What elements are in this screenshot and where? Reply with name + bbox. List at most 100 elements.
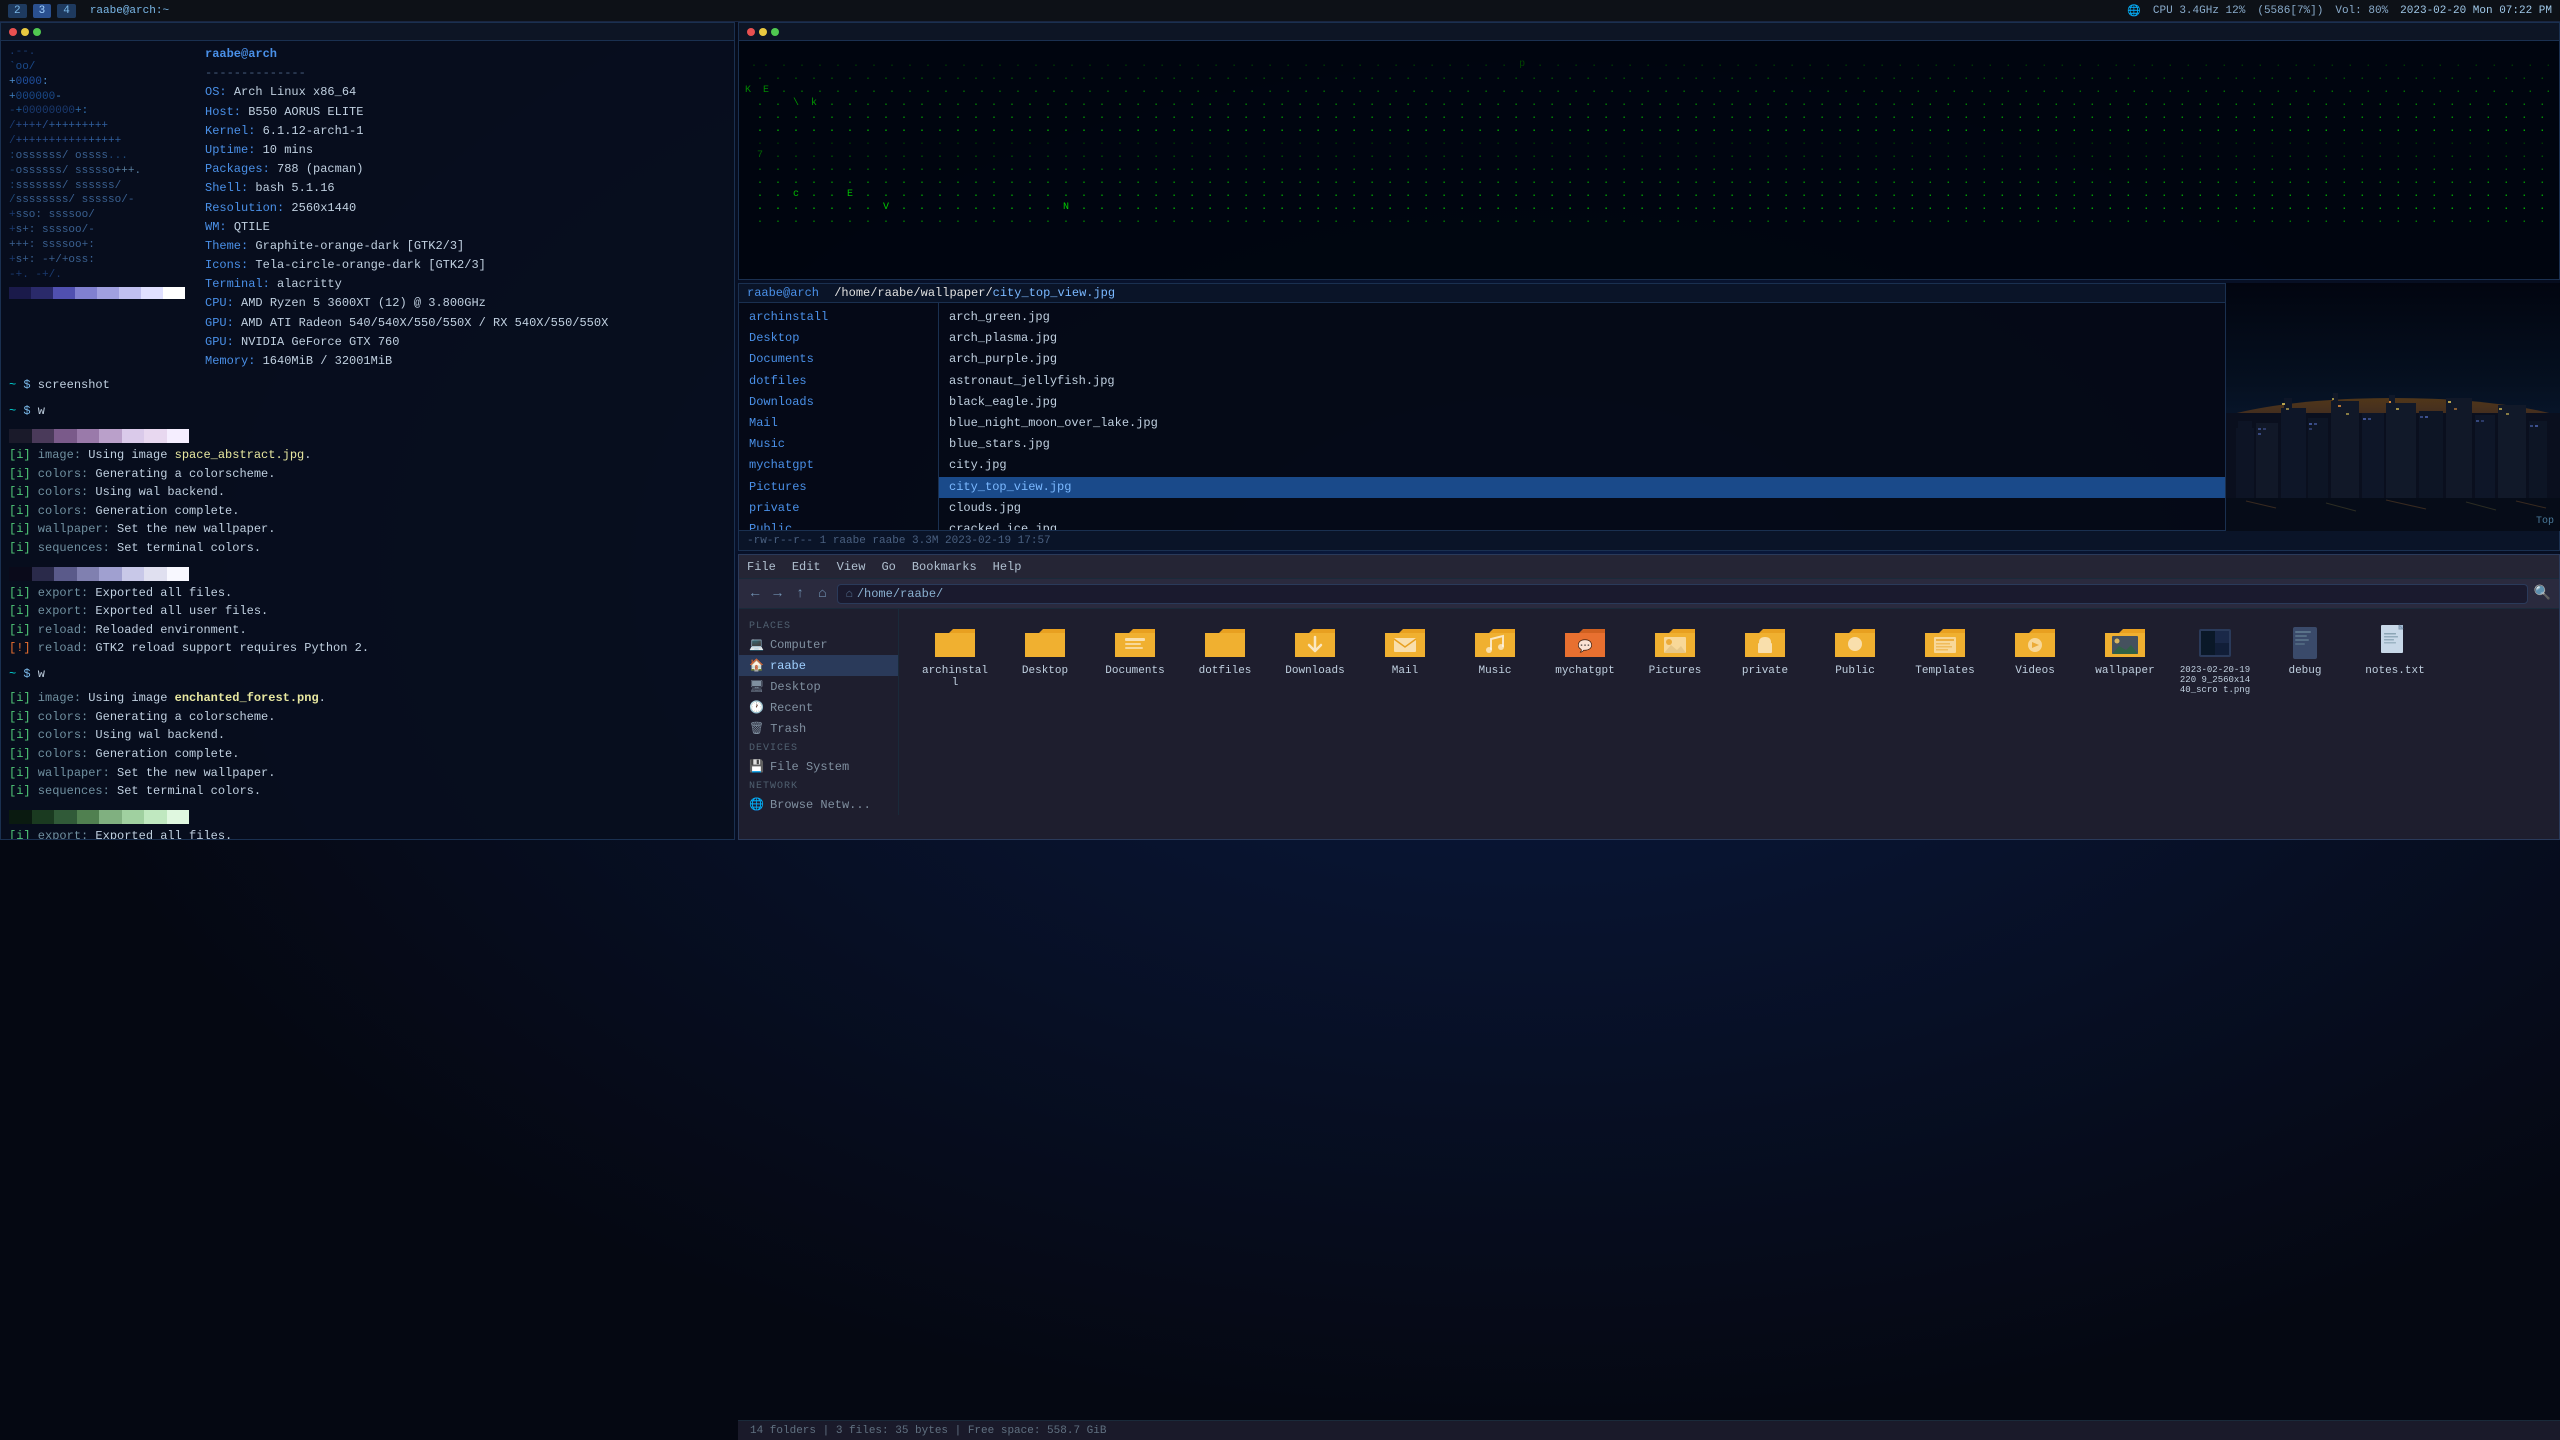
fm-item-debug[interactable]: debug bbox=[2265, 619, 2345, 699]
home-icon: 🏠 bbox=[749, 658, 764, 673]
sidebar-item-desktop[interactable]: 🖥 Desktop bbox=[739, 676, 898, 697]
filelist-dirs: archinstall Desktop Documents dotfiles D… bbox=[739, 303, 939, 547]
fm-back-button[interactable]: ← bbox=[747, 584, 763, 604]
terminal-content: .--. `oo/ +0000: +000000- -+00000000+: /… bbox=[1, 41, 734, 840]
fm-item-notes[interactable]: notes.txt bbox=[2355, 619, 2435, 699]
cpu-status: CPU 3.4GHz 12% bbox=[2153, 5, 2245, 17]
sidebar-item-computer[interactable]: 💻 Computer bbox=[739, 634, 898, 655]
fm-sidebar-devices-label: Devices bbox=[739, 739, 898, 756]
fm-item-music[interactable]: Music bbox=[1455, 619, 1535, 699]
sidebar-item-network[interactable]: 🌐 Browse Netw... bbox=[739, 794, 898, 815]
dir-music[interactable]: Music bbox=[739, 434, 938, 455]
matrix-content: . . . . . . . . . . . . . . . . . . . . … bbox=[739, 41, 2559, 280]
sidebar-item-trash[interactable]: 🗑 Trash bbox=[739, 718, 898, 739]
cpu-detail: (5586[7%]) bbox=[2257, 5, 2323, 17]
fm-path-bar[interactable]: ⌂ /home/raabe/ bbox=[837, 584, 2528, 604]
fm-forward-button[interactable]: → bbox=[769, 584, 785, 604]
dir-mychatgpt[interactable]: mychatgpt bbox=[739, 455, 938, 476]
dir-private[interactable]: private bbox=[739, 498, 938, 519]
terminal-prompt-3: ~ $ w bbox=[9, 666, 726, 683]
fm-folder-grid: archinstall Desktop bbox=[915, 619, 2543, 699]
fm-body: Places 💻 Computer 🏠 raabe 🖥 Desktop 🕐 Re… bbox=[739, 609, 2559, 815]
sidebar-recent-label: Recent bbox=[770, 701, 813, 715]
matrix-titlebar bbox=[739, 23, 2559, 41]
network-status: 🌐 bbox=[2127, 4, 2141, 18]
fm-item-archinstall[interactable]: archinstall bbox=[915, 619, 995, 699]
window-title: raabe@arch:~ bbox=[90, 5, 169, 17]
dir-documents[interactable]: Documents bbox=[739, 349, 938, 370]
fm-item-documents[interactable]: Documents bbox=[1095, 619, 1175, 699]
fm-item-private[interactable]: private bbox=[1725, 619, 1805, 699]
fm-item-screenshot[interactable]: 2023-02-20-19220 9_2560x1440_scro t.png bbox=[2175, 619, 2255, 699]
fm-home-button[interactable]: ⌂ bbox=[814, 584, 830, 604]
fm-item-templates[interactable]: Templates bbox=[1905, 619, 1985, 699]
fm-menubar: File Edit View Go Bookmarks Help bbox=[739, 555, 2559, 579]
fm-search-button[interactable]: 🔍 bbox=[2534, 585, 2551, 602]
terminal-prompt-2: ~ $ w bbox=[9, 403, 726, 420]
sidebar-network-label: Browse Netw... bbox=[770, 798, 871, 812]
sidebar-item-filesystem[interactable]: 💾 File System bbox=[739, 756, 898, 777]
fm-item-wallpaper[interactable]: wallpaper bbox=[2085, 619, 2165, 699]
workspace-3[interactable]: 4 bbox=[57, 4, 76, 18]
fm-up-button[interactable]: ↑ bbox=[792, 584, 808, 604]
desktop-icon: 🖥 bbox=[749, 679, 764, 694]
terminal-titlebar bbox=[1, 23, 734, 41]
file-manager[interactable]: File Edit View Go Bookmarks Help ← → ↑ ⌂… bbox=[738, 554, 2560, 840]
wal-output-2: [i] image: Using image enchanted_forest.… bbox=[9, 689, 726, 801]
fm-item-desktop[interactable]: Desktop bbox=[1005, 619, 1085, 699]
workspace-1[interactable]: 2 bbox=[8, 4, 27, 18]
dir-mail[interactable]: Mail bbox=[739, 413, 938, 434]
fm-toolbar: ← → ↑ ⌂ ⌂ /home/raabe/ 🔍 bbox=[739, 579, 2559, 609]
fm-menu-go[interactable]: Go bbox=[881, 560, 895, 574]
trash-icon: 🗑 bbox=[749, 721, 764, 736]
city-preview: Top bbox=[2225, 283, 2560, 531]
fm-item-downloads[interactable]: Downloads bbox=[1275, 619, 1355, 699]
fm-menu-view[interactable]: View bbox=[837, 560, 866, 574]
fm-sidebar-network-label: Network bbox=[739, 777, 898, 794]
dir-desktop[interactable]: Desktop bbox=[739, 328, 938, 349]
sidebar-computer-label: Computer bbox=[770, 638, 828, 652]
workspace-2[interactable]: 3 bbox=[33, 4, 52, 18]
export-output-1: [i] export: Exported all files. [i] expo… bbox=[9, 584, 726, 658]
fm-item-pictures[interactable]: Pictures bbox=[1635, 619, 1715, 699]
dir-pictures[interactable]: Pictures bbox=[739, 477, 938, 498]
fm-sidebar-places-label: Places bbox=[739, 617, 898, 634]
sidebar-filesystem-label: File System bbox=[770, 760, 849, 774]
sidebar-trash-label: Trash bbox=[770, 722, 806, 736]
fm-item-mychatgpt[interactable]: 💬 mychatgpt bbox=[1545, 619, 1625, 699]
fm-status-text: 14 folders | 3 files: 35 bytes | Free sp… bbox=[750, 1425, 1106, 1437]
fm-menu-file[interactable]: File bbox=[747, 560, 776, 574]
dir-dotfiles[interactable]: dotfiles bbox=[739, 371, 938, 392]
neofetch-art: .--. `oo/ +0000: +000000- -+00000000+: /… bbox=[9, 45, 185, 371]
topbar: 2 3 4 raabe@arch:~ 🌐 CPU 3.4GHz 12% (558… bbox=[0, 0, 2560, 22]
matrix-terminal[interactable]: . . . . . . . . . . . . . . . . . . . . … bbox=[738, 22, 2560, 280]
dir-downloads[interactable]: Downloads bbox=[739, 392, 938, 413]
datetime: 2023-02-20 Mon 07:22 PM bbox=[2400, 5, 2552, 17]
svg-text:💬: 💬 bbox=[1578, 639, 1593, 654]
dir-archinstall[interactable]: archinstall bbox=[739, 307, 938, 328]
fm-menu-edit[interactable]: Edit bbox=[792, 560, 821, 574]
fm-statusbar: 14 folders | 3 files: 35 bytes | Free sp… bbox=[738, 1420, 2560, 1440]
fm-item-public[interactable]: Public bbox=[1815, 619, 1895, 699]
left-terminal[interactable]: .--. `oo/ +0000: +000000- -+00000000+: /… bbox=[0, 22, 735, 840]
top-label: Top bbox=[2536, 516, 2554, 527]
fm-menu-bookmarks[interactable]: Bookmarks bbox=[912, 560, 977, 574]
computer-icon: 💻 bbox=[749, 637, 764, 652]
recent-icon: 🕐 bbox=[749, 700, 764, 715]
sidebar-raabe-label: raabe bbox=[770, 659, 806, 673]
sidebar-desktop-label: Desktop bbox=[770, 680, 820, 694]
sidebar-item-raabe[interactable]: 🏠 raabe bbox=[739, 655, 898, 676]
fm-main-area: archinstall Desktop bbox=[899, 609, 2559, 815]
filesystem-icon: 💾 bbox=[749, 759, 764, 774]
fm-menu-help[interactable]: Help bbox=[993, 560, 1022, 574]
fm-item-videos[interactable]: Videos bbox=[1995, 619, 2075, 699]
fm-item-dotfiles[interactable]: dotfiles bbox=[1185, 619, 1265, 699]
network-icon: 🌐 bbox=[749, 797, 764, 812]
wal-output-1: [i] image: Using image space_abstract.jp… bbox=[9, 446, 726, 558]
fm-sidebar: Places 💻 Computer 🏠 raabe 🖥 Desktop 🕐 Re… bbox=[739, 609, 899, 815]
volume-status: Vol: 80% bbox=[2335, 5, 2388, 17]
fm-item-mail[interactable]: Mail bbox=[1365, 619, 1445, 699]
sidebar-item-recent[interactable]: 🕐 Recent bbox=[739, 697, 898, 718]
sysinfo: raabe@arch -------------- OS: Arch Linux… bbox=[205, 45, 608, 371]
export-output-2: [i] export: Exported all files. [i] expo… bbox=[9, 827, 726, 840]
